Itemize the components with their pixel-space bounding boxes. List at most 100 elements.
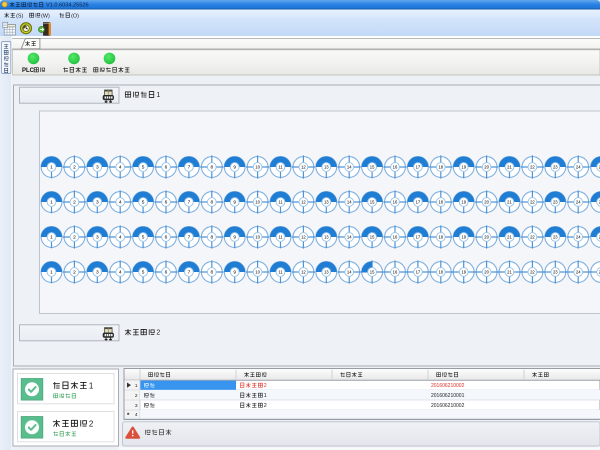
svg-text:6: 6	[165, 165, 168, 171]
svg-text:10: 10	[255, 270, 260, 275]
svg-text:3: 3	[96, 165, 99, 171]
svg-text:5: 5	[142, 270, 145, 276]
svg-text:10: 10	[255, 200, 260, 205]
svg-text:10: 10	[255, 235, 260, 240]
svg-text:16: 16	[393, 235, 398, 240]
svg-text:1: 1	[50, 270, 53, 276]
svg-text:21: 21	[507, 235, 512, 240]
svg-text:2: 2	[264, 403, 267, 409]
svg-text:2: 2	[73, 270, 76, 276]
svg-text:7: 7	[188, 165, 191, 171]
svg-text:15: 15	[370, 200, 375, 205]
svg-text:(O): (O)	[71, 13, 79, 19]
svg-text:24: 24	[576, 165, 581, 170]
svg-text:(W): (W)	[41, 13, 50, 19]
svg-text:20: 20	[484, 165, 489, 170]
svg-text:1: 1	[50, 200, 53, 206]
svg-text:8: 8	[210, 165, 213, 171]
svg-text:3: 3	[96, 235, 99, 241]
svg-text:5: 5	[142, 200, 145, 206]
svg-text:1: 1	[50, 235, 53, 241]
svg-text:21: 21	[507, 165, 512, 170]
svg-text:14: 14	[347, 270, 352, 275]
svg-text:7: 7	[188, 200, 191, 206]
svg-text:11: 11	[278, 165, 283, 170]
svg-text:1: 1	[264, 393, 267, 399]
svg-text:17: 17	[416, 200, 421, 205]
svg-text:2: 2	[73, 235, 76, 241]
svg-text:17: 17	[416, 270, 421, 275]
svg-text:3: 3	[96, 270, 99, 276]
svg-text:2: 2	[264, 383, 267, 389]
svg-text:19: 19	[461, 270, 466, 275]
svg-text:9: 9	[233, 270, 236, 276]
svg-text:1: 1	[50, 165, 53, 171]
svg-text:19: 19	[461, 200, 466, 205]
svg-text:201606210002: 201606210002	[431, 383, 465, 389]
svg-text:4: 4	[119, 235, 122, 241]
svg-text:22: 22	[530, 200, 535, 205]
svg-text:12: 12	[301, 270, 306, 275]
svg-text:201606210001: 201606210001	[431, 393, 465, 399]
svg-text:24: 24	[576, 235, 581, 240]
svg-text:9: 9	[233, 165, 236, 171]
svg-text:2: 2	[73, 200, 76, 206]
svg-text:3: 3	[96, 200, 99, 206]
svg-text:12: 12	[301, 165, 306, 170]
svg-text:23: 23	[553, 270, 558, 275]
svg-text:22: 22	[530, 165, 535, 170]
svg-text:21: 21	[507, 200, 512, 205]
svg-text:17: 17	[416, 235, 421, 240]
svg-text:9: 9	[233, 200, 236, 206]
svg-text:2: 2	[73, 165, 76, 171]
svg-text:V1.0.6034.25526: V1.0.6034.25526	[46, 3, 89, 9]
svg-text:23: 23	[553, 165, 558, 170]
svg-text:15: 15	[370, 235, 375, 240]
svg-text:3: 3	[135, 403, 138, 409]
svg-text:16: 16	[393, 270, 398, 275]
svg-text:(S): (S)	[16, 13, 23, 19]
svg-text:14: 14	[347, 235, 352, 240]
svg-text:7: 7	[188, 270, 191, 276]
svg-text:6: 6	[165, 270, 168, 276]
svg-text:9: 9	[233, 235, 236, 241]
svg-text:7: 7	[188, 235, 191, 241]
svg-text:18: 18	[438, 165, 443, 170]
svg-text:16: 16	[393, 200, 398, 205]
svg-text:18: 18	[438, 235, 443, 240]
svg-text:PLC: PLC	[22, 68, 35, 74]
svg-text:8: 8	[210, 270, 213, 276]
svg-text:6: 6	[165, 200, 168, 206]
svg-text:6: 6	[165, 235, 168, 241]
svg-text:20: 20	[484, 200, 489, 205]
svg-text:24: 24	[576, 200, 581, 205]
svg-text:2: 2	[89, 419, 94, 428]
svg-text:14: 14	[347, 165, 352, 170]
svg-text:23: 23	[553, 235, 558, 240]
svg-text:23: 23	[553, 200, 558, 205]
svg-text:22: 22	[530, 235, 535, 240]
svg-text:18: 18	[438, 270, 443, 275]
svg-text:10: 10	[255, 165, 260, 170]
svg-text:21: 21	[507, 270, 512, 275]
svg-text:22: 22	[530, 270, 535, 275]
svg-text:16: 16	[393, 165, 398, 170]
svg-text:15: 15	[370, 165, 375, 170]
svg-text:13: 13	[324, 235, 329, 240]
svg-text:13: 13	[324, 165, 329, 170]
svg-text:11: 11	[278, 235, 283, 240]
svg-text:20: 20	[484, 235, 489, 240]
svg-text:4: 4	[119, 270, 122, 276]
svg-text:19: 19	[461, 165, 466, 170]
svg-text:13: 13	[324, 200, 329, 205]
svg-text:8: 8	[210, 200, 213, 206]
svg-text:5: 5	[142, 165, 145, 171]
svg-text:12: 12	[301, 235, 306, 240]
svg-text:13: 13	[324, 270, 329, 275]
svg-text:8: 8	[210, 235, 213, 241]
svg-text:2: 2	[156, 330, 160, 337]
svg-text:5: 5	[142, 235, 145, 241]
svg-text:1: 1	[89, 381, 94, 390]
svg-text:11: 11	[278, 270, 283, 275]
svg-text:15: 15	[370, 270, 375, 275]
